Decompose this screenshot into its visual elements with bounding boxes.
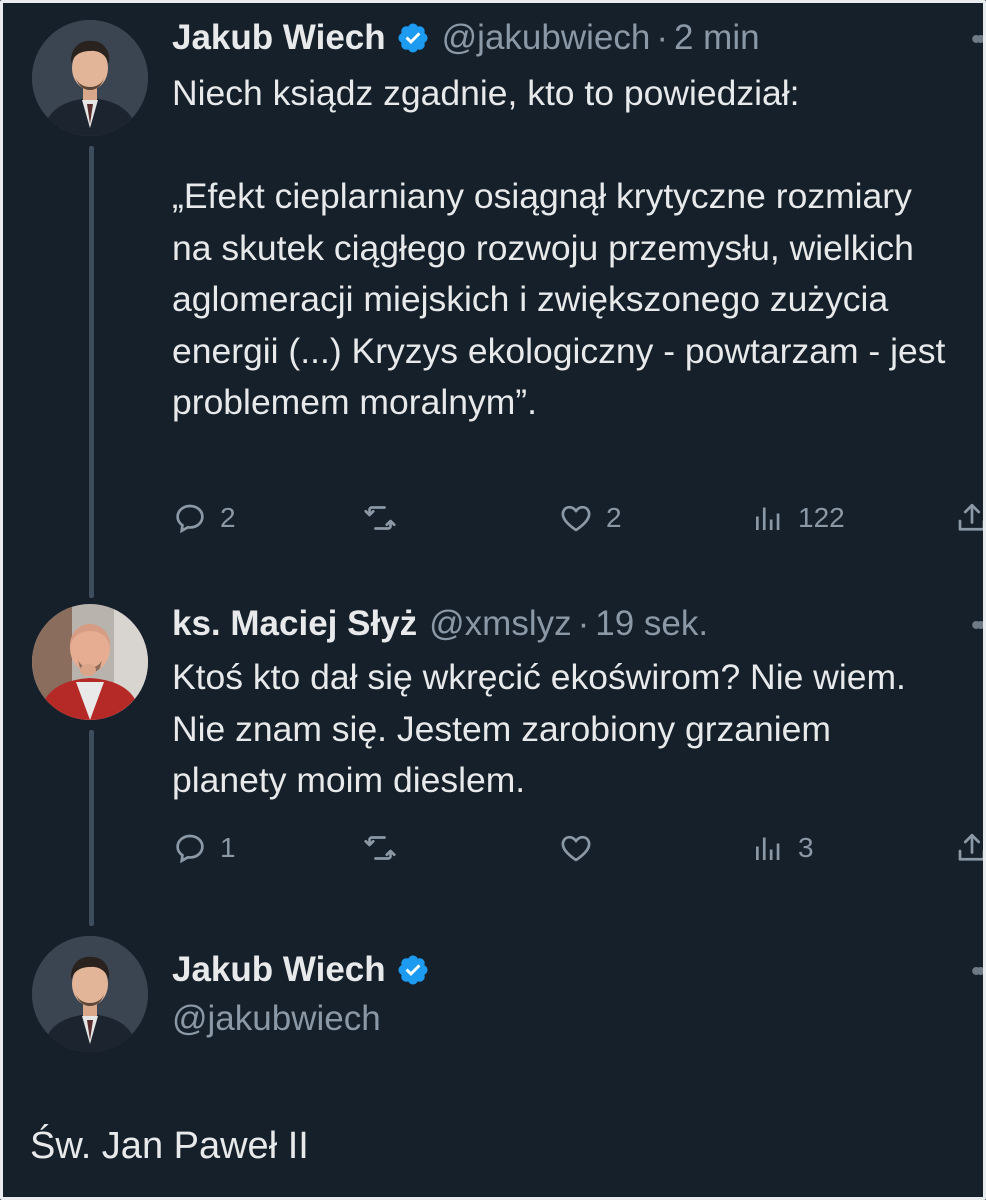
bar-chart-icon (750, 500, 786, 536)
author-name[interactable]: Jakub Wiech (172, 950, 386, 990)
views-button[interactable]: 122 (750, 498, 845, 538)
author-handle[interactable]: @jakubwiech (172, 999, 381, 1039)
tweet-text: Ktoś kto dał się wkręcić ekoświrom? Nie … (172, 657, 906, 800)
more-dots-icon[interactable]: •• (971, 25, 986, 55)
like-button[interactable] (558, 828, 594, 868)
timestamp[interactable]: 19 sek. (595, 604, 708, 644)
verified-badge-icon (396, 953, 430, 987)
tweet-actions: 1 3 (172, 828, 986, 868)
more-dots-icon[interactable]: •• (971, 611, 986, 641)
thread-line (89, 730, 94, 926)
reply-author-header: Jakub Wiech (172, 950, 442, 990)
reply-button[interactable]: 1 (172, 828, 236, 868)
verified-badge-icon (396, 21, 430, 55)
views-count: 3 (798, 832, 814, 863)
heart-icon (558, 500, 594, 536)
answer-text: Św. Jan Paweł II (30, 1125, 309, 1167)
retweet-button[interactable] (362, 828, 398, 868)
reply-author-handle-row: @jakubwiech (172, 999, 381, 1039)
reply-button[interactable]: 2 (172, 498, 236, 538)
separator-dot: · (656, 18, 668, 57)
timestamp[interactable]: 2 min (674, 18, 760, 58)
author-handle[interactable]: @jakubwiech (442, 18, 651, 58)
author-name[interactable]: ks. Maciej Słyż (172, 604, 417, 644)
like-button[interactable]: 2 (558, 498, 622, 538)
views-count: 122 (798, 502, 845, 533)
thread-line (89, 146, 94, 598)
share-icon (954, 500, 986, 536)
tweet-text: Niech ksiądz zgadnie, kto to powiedział:… (172, 73, 946, 422)
bar-chart-icon (750, 830, 786, 866)
avatar[interactable] (32, 936, 148, 1052)
author-handle[interactable]: @xmslyz (429, 604, 571, 644)
reply-count: 2 (220, 502, 236, 533)
share-button[interactable] (954, 828, 986, 868)
tweet-header: ks. Maciej Słyż @xmslyz · 19 sek. (172, 604, 708, 644)
author-name[interactable]: Jakub Wiech (172, 18, 386, 58)
retweet-icon (362, 500, 398, 536)
avatar[interactable] (32, 604, 148, 720)
speech-bubble-icon (172, 830, 208, 866)
reply-count: 1 (220, 832, 236, 863)
heart-icon (558, 830, 594, 866)
share-icon (954, 830, 986, 866)
views-button[interactable]: 3 (750, 828, 814, 868)
separator-dot: · (577, 604, 590, 643)
speech-bubble-icon (172, 500, 208, 536)
more-dots-icon[interactable]: •• (971, 957, 986, 987)
like-count: 2 (606, 502, 622, 533)
retweet-icon (362, 830, 398, 866)
avatar[interactable] (32, 20, 148, 136)
share-button[interactable] (954, 498, 986, 538)
retweet-button[interactable] (362, 498, 398, 538)
tweet-header: Jakub Wiech @jakubwiech · 2 min (172, 18, 760, 58)
tweet-actions: 2 2 122 (172, 498, 986, 538)
